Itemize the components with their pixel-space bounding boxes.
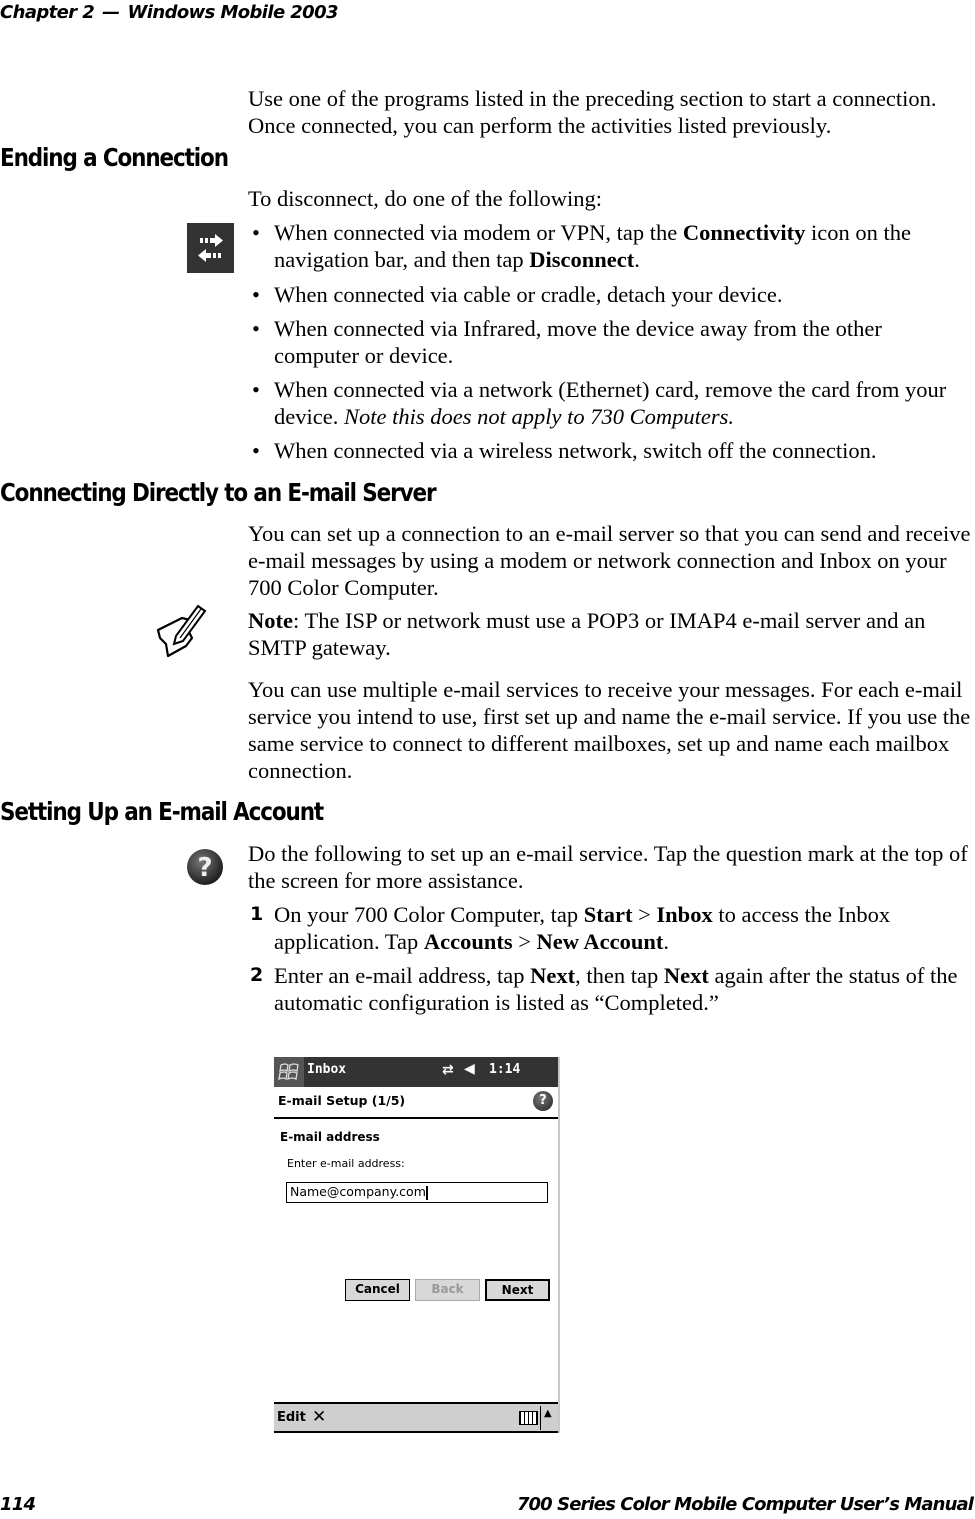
bullet-item: When connected via a wireless network, s… — [252, 437, 972, 464]
screen-title: E-mail Setup (1/5) — [278, 1093, 406, 1108]
step-bold-term: Next — [663, 963, 709, 988]
windows-flag-icon — [278, 1063, 299, 1081]
cancel-button[interactable]: Cancel — [345, 1279, 410, 1301]
sip-arrow-icon[interactable]: ▲ — [544, 1408, 552, 1419]
bullet-item: When connected via a network (Ethernet) … — [252, 376, 972, 430]
section-heading-setup: Setting Up an E-mail Account — [0, 797, 324, 826]
header-separator: — — [102, 2, 120, 23]
step-text: > — [512, 929, 537, 954]
device-screenshot: Inbox ⇄ ◀ 1:14 E-mail Setup (1/5) ? E-ma… — [274, 1057, 560, 1433]
step-text: On your 700 Color Computer, tap — [274, 902, 584, 927]
direct-paragraph-2: You can use multiple e-mail services to … — [248, 677, 971, 783]
step-bold-term: Next — [530, 963, 576, 988]
sip-divider — [540, 1406, 541, 1430]
bullet-text: When connected via modem or VPN, tap the — [274, 220, 683, 245]
note-paragraph: Note: The ISP or network must use a POP3… — [248, 607, 973, 661]
step-text: Enter an e-mail address, tap — [274, 963, 531, 988]
note-text: : The ISP or network must use a POP3 or … — [248, 608, 926, 660]
step-text: . — [663, 929, 670, 954]
keyboard-icon[interactable] — [519, 1411, 538, 1425]
email-address-input[interactable]: Name@company.com — [286, 1182, 548, 1203]
menu-bar: Edit ✕ ▲ — [274, 1402, 558, 1433]
step-item: 2 Enter an e-mail address, tap Next, the… — [250, 962, 972, 1016]
bullet-bold-term: Connectivity — [682, 220, 806, 245]
step-text: , then tap — [575, 963, 664, 988]
section-heading-ending: Ending a Connection — [0, 143, 229, 172]
step-item: 1 On your 700 Color Computer, tap Start … — [250, 901, 972, 955]
bullet-text: . — [634, 247, 640, 272]
connectivity-icon — [187, 223, 234, 273]
back-button[interactable]: Back — [415, 1279, 480, 1301]
volume-icon[interactable]: ◀ — [464, 1061, 475, 1077]
step-bold-term: New Account — [536, 929, 664, 954]
bullet-item: When connected via Infrared, move the de… — [252, 315, 972, 369]
text-caret — [425, 1185, 428, 1200]
step-bold-term: Accounts — [423, 929, 513, 954]
next-button[interactable]: Next — [485, 1279, 550, 1301]
cut-icon[interactable]: ✕ — [312, 1407, 326, 1427]
clock-time[interactable]: 1:14 — [489, 1062, 520, 1077]
note-label: Note — [248, 608, 293, 633]
step-text: > — [632, 902, 657, 927]
help-icon: ? — [185, 847, 225, 887]
nav-title: Inbox — [307, 1062, 347, 1077]
bullet-italic-note: Note this does not apply to 730 Computer… — [343, 404, 734, 429]
bullet-text: When connected via cable or cradle, deta… — [274, 282, 783, 307]
chapter-title: Windows Mobile 2003 — [127, 2, 339, 23]
start-button[interactable] — [274, 1057, 304, 1087]
step-bold-term: Start — [583, 902, 633, 927]
svg-text:?: ? — [197, 853, 212, 883]
intro-paragraph: Use one of the programs listed in the pr… — [248, 86, 937, 138]
step-bold-term: Inbox — [656, 902, 713, 927]
bullet-bold-term: Disconnect — [529, 247, 635, 272]
page-number: 114 — [0, 1494, 36, 1515]
title-divider — [274, 1117, 558, 1119]
bullet-text: When connected via a wireless network, s… — [274, 438, 877, 463]
running-header: Chapter 2 — Windows Mobile 2003 — [0, 2, 339, 23]
step-number: 2 — [250, 964, 264, 986]
direct-paragraph-1: You can set up a connection to an e-mail… — [248, 521, 971, 600]
section-heading-direct: Connecting Directly to an E-mail Server — [0, 478, 437, 507]
help-icon[interactable]: ? — [533, 1091, 553, 1111]
bullet-text: When connected via Infrared, move the de… — [274, 316, 882, 368]
step-number: 1 — [250, 903, 264, 925]
setup-lead: Do the following to set up an e-mail ser… — [248, 841, 968, 893]
email-section-label: E-mail address — [280, 1130, 380, 1144]
ending-lead: To disconnect, do one of the following: — [248, 186, 602, 211]
bullet-item: When connected via cable or cradle, deta… — [252, 281, 972, 308]
manual-title: 700 Series Color Mobile Computer User’s … — [516, 1494, 974, 1515]
edit-menu[interactable]: Edit — [277, 1410, 306, 1425]
bullet-item: When connected via modem or VPN, tap the… — [252, 219, 972, 273]
email-field-label: Enter e-mail address: — [287, 1157, 405, 1170]
email-input-value: Name@company.com — [290, 1184, 426, 1199]
chapter-label: Chapter 2 — [0, 2, 95, 23]
note-pencil-icon — [150, 598, 220, 658]
navigation-bar: Inbox ⇄ ◀ 1:14 — [274, 1057, 558, 1087]
connectivity-icon[interactable]: ⇄ — [442, 1062, 454, 1078]
